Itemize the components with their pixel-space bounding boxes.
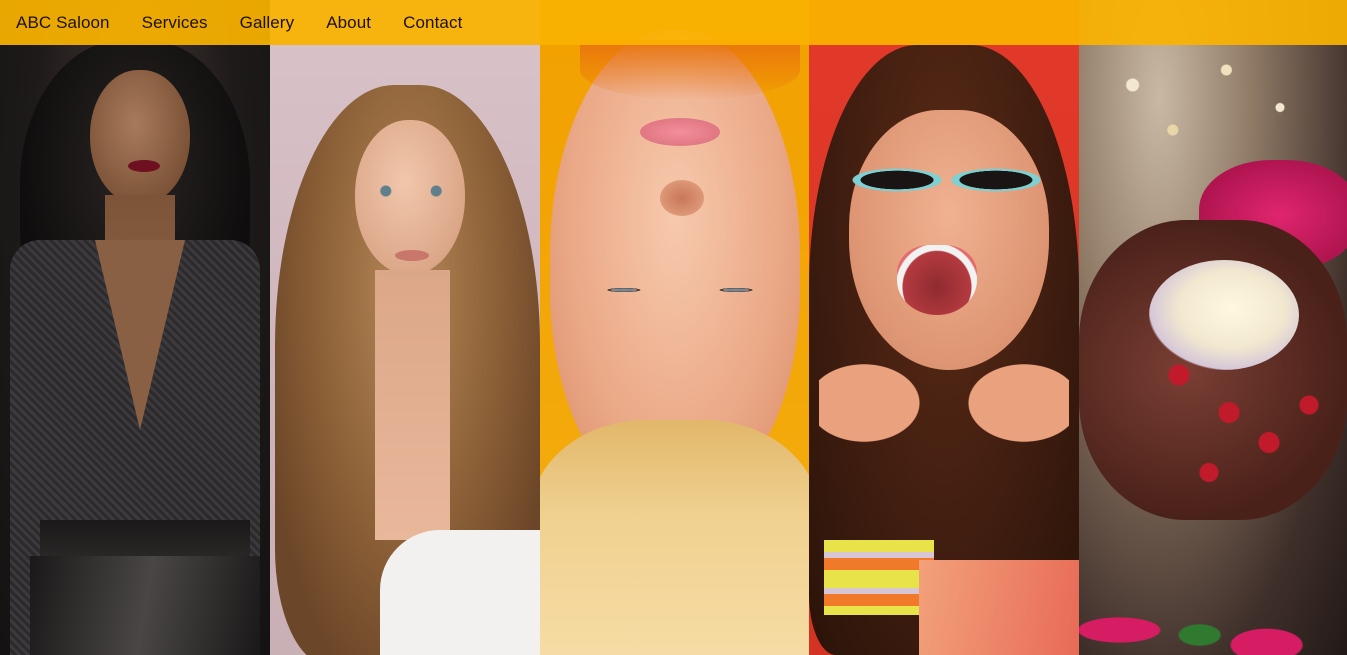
gallery-photo-2 — [270, 0, 540, 655]
top-shape — [380, 530, 540, 655]
belt-shape — [40, 520, 250, 558]
nose-shape — [660, 180, 704, 216]
lips-shape — [640, 118, 720, 146]
top-navbar: ABC Saloon Services Gallery About Contac… — [0, 0, 1347, 45]
gallery-photo-5 — [1079, 0, 1347, 655]
dress-vneck — [95, 240, 185, 430]
gallery-photo-4 — [809, 0, 1079, 655]
face-shape — [90, 70, 190, 205]
bottom-flowers-shape — [1079, 560, 1347, 655]
nav-link-gallery[interactable]: Gallery — [240, 13, 295, 33]
hands-shape — [819, 260, 1069, 520]
sunglasses-shape — [839, 140, 1054, 220]
nav-link-about[interactable]: About — [326, 13, 371, 33]
white-flower-shape — [1149, 260, 1299, 370]
nav-link-contact[interactable]: Contact — [403, 13, 462, 33]
brand-link[interactable]: ABC Saloon — [16, 13, 110, 33]
skirt-shape — [30, 556, 260, 655]
bracelets-shape — [824, 540, 934, 615]
lips-shape — [128, 160, 160, 172]
eyes-shape — [375, 185, 447, 197]
top-shape — [919, 560, 1079, 655]
lips-shape — [395, 250, 429, 261]
neck-shape — [375, 270, 450, 540]
eyes-shape — [595, 272, 765, 308]
nav-link-services[interactable]: Services — [142, 13, 208, 33]
scarf-shape — [580, 40, 800, 100]
gallery-photo-1 — [0, 0, 270, 655]
photo-gallery — [0, 0, 1347, 655]
red-nails-shape — [1139, 360, 1339, 510]
gallery-photo-3 — [540, 0, 809, 655]
hair-shape — [540, 420, 809, 655]
